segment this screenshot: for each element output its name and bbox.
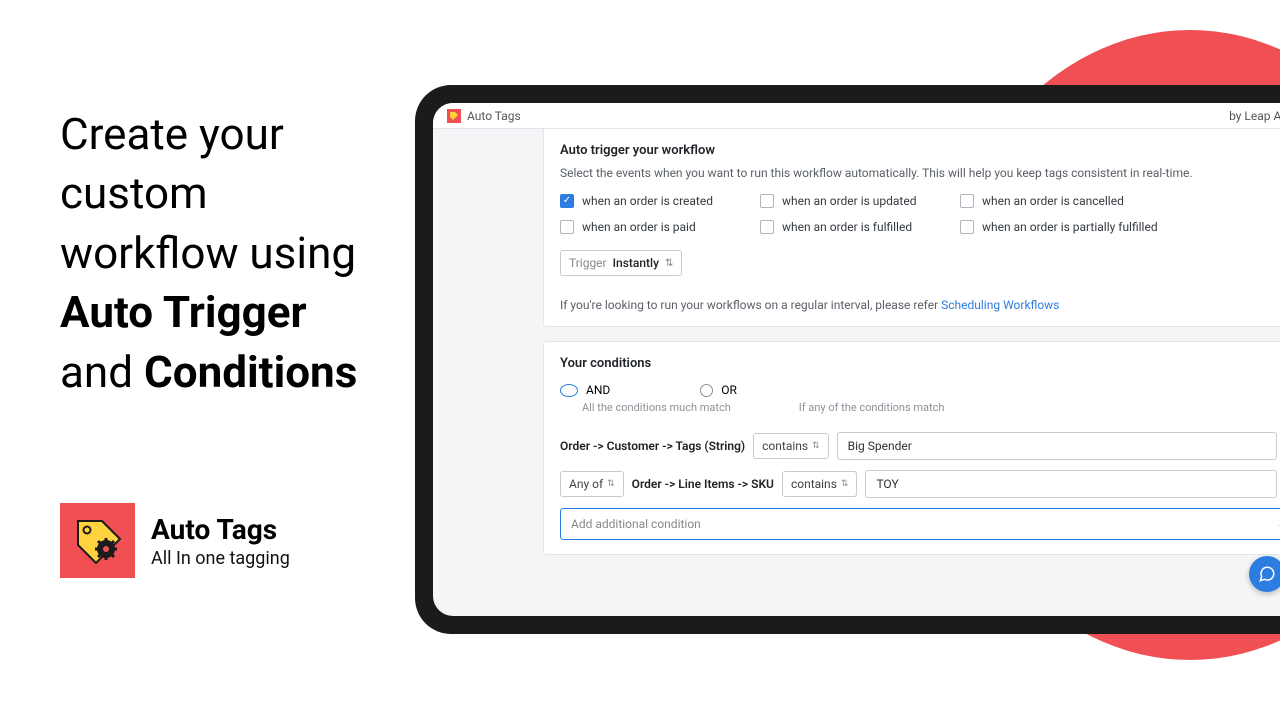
- logic-and-hint: All the conditions much match: [582, 401, 731, 414]
- condition-value-input[interactable]: Big Spender: [837, 432, 1277, 460]
- logic-or-label: OR: [721, 383, 737, 397]
- logic-or-hint: If any of the conditions match: [799, 401, 945, 414]
- operator-select[interactable]: contains ⇅: [753, 433, 829, 459]
- conditions-card: Your conditions AND OR All the condition…: [543, 341, 1280, 555]
- event-label: when an order is paid: [582, 220, 696, 234]
- checkbox-icon: [960, 194, 974, 208]
- hero-strong-1: Auto Trigger: [60, 286, 307, 338]
- chevron-updown-icon: ⇅: [607, 479, 615, 489]
- trigger-heading: Auto trigger your workflow: [560, 143, 1280, 158]
- hero-strong-2: Conditions: [144, 346, 357, 398]
- condition-value-input[interactable]: TOY: [865, 470, 1277, 498]
- event-checkbox[interactable]: when an order is paid: [560, 220, 760, 234]
- event-label: when an order is fulfilled: [782, 220, 912, 234]
- chat-icon: [1258, 565, 1276, 583]
- event-label: when an order is created: [582, 194, 713, 208]
- condition-row: Order -> Customer -> Tags (String) contai…: [560, 432, 1280, 460]
- brand-title: Auto Tags: [151, 513, 290, 546]
- operator-select[interactable]: contains ⇅: [782, 471, 858, 497]
- device-frame: Auto Tags by Leap Apps Auto trigger your…: [415, 85, 1280, 634]
- app-title: Auto Tags: [467, 109, 521, 123]
- event-checkbox[interactable]: when an order is created: [560, 194, 760, 208]
- add-condition-placeholder: Add additional condition: [571, 517, 701, 531]
- app-byline: by Leap Apps: [1229, 109, 1280, 123]
- chevron-updown-icon: ⇅: [812, 441, 820, 451]
- event-checkbox[interactable]: when an order is partially fulfilled: [960, 220, 1160, 234]
- logic-or-radio[interactable]: OR: [700, 383, 737, 397]
- checkbox-icon: [760, 220, 774, 234]
- conditions-heading: Your conditions: [560, 356, 1280, 371]
- brand-block: Auto Tags All In one tagging: [60, 503, 290, 578]
- brand-icon: [60, 503, 135, 578]
- chevron-updown-icon: ⇅: [665, 258, 673, 269]
- checkbox-icon: [760, 194, 774, 208]
- event-checkbox[interactable]: when an order is cancelled: [960, 194, 1160, 208]
- radio-dot-icon: [560, 384, 578, 397]
- checkbox-icon: [560, 220, 574, 234]
- app-topbar: Auto Tags by Leap Apps: [433, 103, 1280, 129]
- add-condition-select[interactable]: Add additional condition ⌄: [560, 508, 1280, 540]
- hero-heading: Create your custom workflow using Auto T…: [60, 105, 390, 402]
- condition-path: Order -> Line Items -> SKU: [632, 477, 774, 491]
- app-logo-icon: [447, 109, 461, 123]
- radio-dot-icon: [700, 384, 713, 397]
- checkbox-icon: [560, 194, 574, 208]
- hero-text-1: Create your custom workflow using: [60, 108, 356, 279]
- trigger-card: Auto trigger your workflow Select the ev…: [543, 129, 1280, 327]
- hero-text-2: and: [60, 346, 144, 398]
- event-label: when an order is cancelled: [982, 194, 1124, 208]
- trigger-timing-prefix: Trigger: [569, 256, 607, 270]
- trigger-sub: Select the events when you want to run t…: [560, 166, 1280, 180]
- event-checkbox[interactable]: when an order is updated: [760, 194, 960, 208]
- brand-subtitle: All In one tagging: [151, 548, 290, 569]
- help-fab-button[interactable]: [1249, 556, 1280, 592]
- event-checkbox[interactable]: when an order is fulfilled: [760, 220, 960, 234]
- app-screen: Auto Tags by Leap Apps Auto trigger your…: [433, 103, 1280, 616]
- scheduling-workflows-link[interactable]: Scheduling Workflows: [941, 298, 1059, 312]
- event-label: when an order is updated: [782, 194, 917, 208]
- event-label: when an order is partially fulfilled: [982, 220, 1158, 234]
- condition-path: Order -> Customer -> Tags (String): [560, 439, 745, 453]
- tag-gear-icon: [72, 515, 124, 567]
- checkbox-icon: [960, 220, 974, 234]
- chevron-updown-icon: ⇅: [841, 479, 849, 489]
- trigger-timing-select[interactable]: Trigger Instantly ⇅: [560, 250, 682, 276]
- scope-select[interactable]: Any of ⇅: [560, 471, 624, 497]
- condition-row: Any of ⇅ Order -> Line Items -> SKU contai…: [560, 470, 1280, 498]
- logic-and-label: AND: [586, 383, 610, 397]
- trigger-timing-value: Instantly: [613, 256, 659, 270]
- trigger-events-group: when an order is created when an order is…: [560, 194, 1280, 246]
- logic-and-radio[interactable]: AND: [560, 383, 610, 397]
- trigger-note-prefix: If you're looking to run your workflows …: [560, 298, 941, 312]
